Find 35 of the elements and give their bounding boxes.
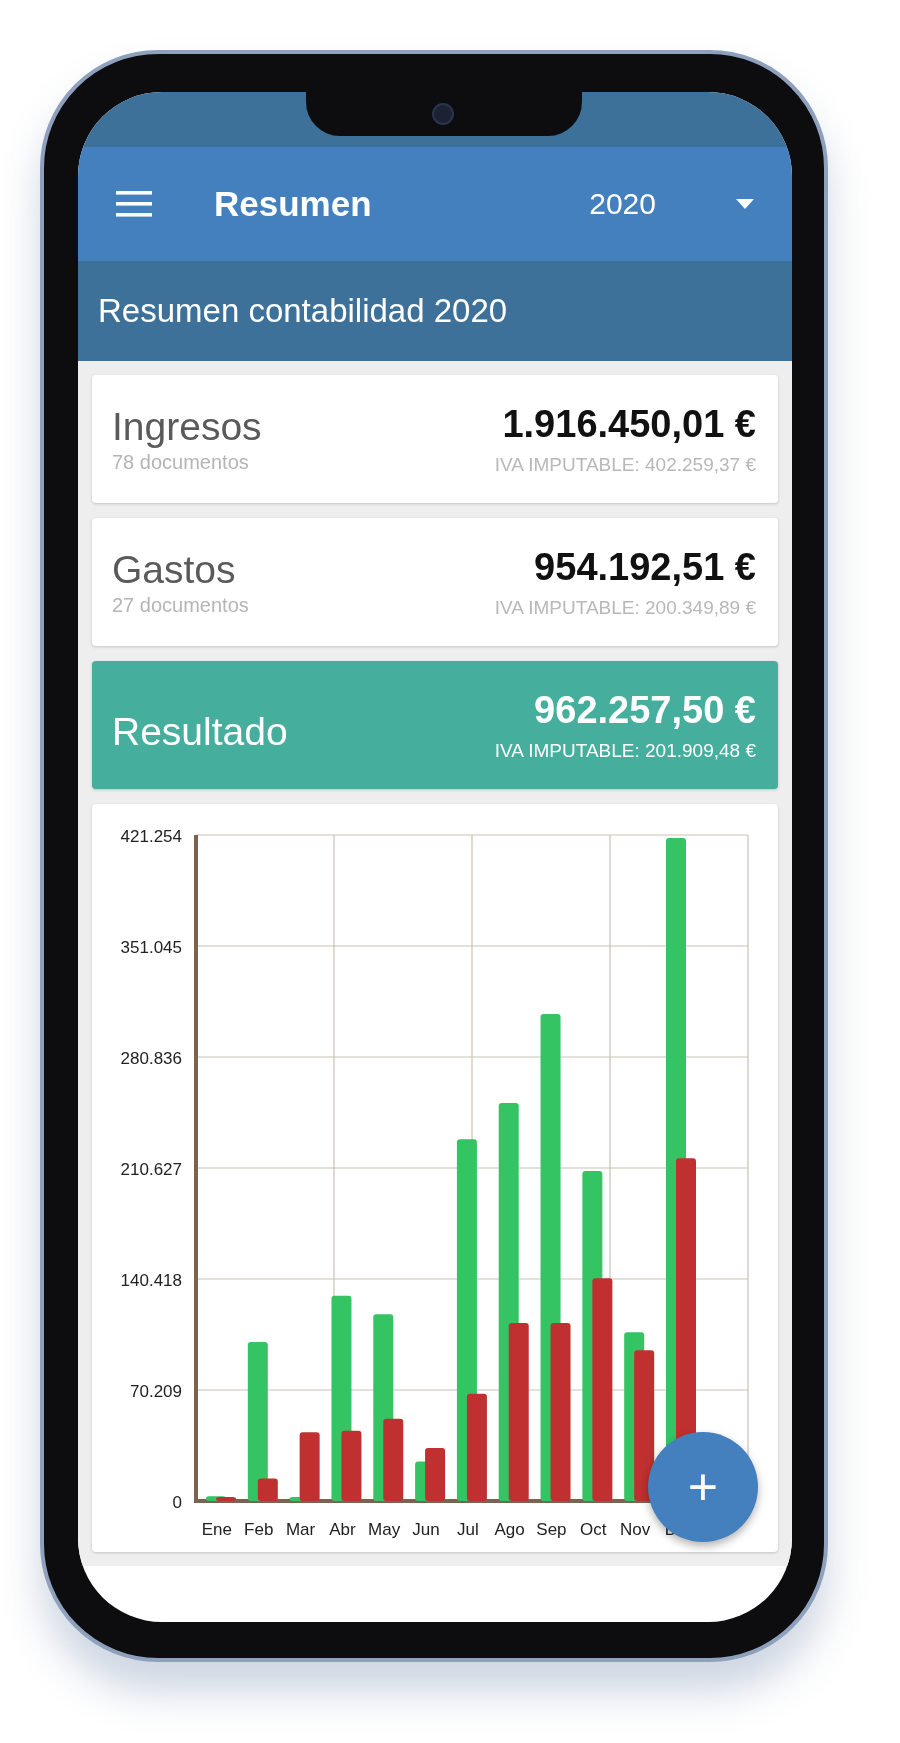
axis-label: 140.418 (120, 1271, 182, 1290)
axis-label: Jun (412, 1520, 440, 1539)
axis-label: Mar (285, 1520, 316, 1539)
section-title: Resumen contabilidad 2020 (98, 292, 508, 330)
vat-amount: IVA IMPUTABLE: 402.259,37 € (494, 453, 756, 476)
amount: 954.192,51 € (534, 545, 756, 589)
card-label: Gastos (112, 547, 237, 592)
axis-label: May (368, 1520, 401, 1539)
document-count: 78 documentos (112, 450, 250, 474)
caret-icon (736, 199, 754, 209)
axis-label: Sep (536, 1520, 567, 1539)
axis-label: 70.209 (130, 1382, 182, 1401)
axis-label: 421.254 (120, 827, 182, 846)
camera-icon (432, 103, 454, 125)
axis-label: 0 (172, 1493, 182, 1512)
year-dropdown[interactable]: 2020 (583, 181, 754, 227)
axis-label: Ago (494, 1520, 525, 1539)
axis-label: 210.627 (120, 1160, 182, 1179)
axis-label: Oct (580, 1520, 607, 1539)
amount: 962.257,50 € (534, 688, 756, 732)
menu-icon[interactable] (116, 191, 152, 217)
document-count: 27 documentos (112, 593, 249, 617)
card-label: Ingresos (112, 404, 262, 449)
axis-label: 351.045 (120, 938, 182, 957)
screen-title: Resumen (214, 184, 372, 224)
amount: 1.916.450,01 € (502, 402, 756, 446)
axis-label: Feb (244, 1520, 274, 1539)
axis-label: 280.836 (120, 1049, 182, 1068)
axis-label: Abr (329, 1520, 356, 1539)
axis-label: Jul (456, 1520, 479, 1539)
axis-label: Nov (619, 1520, 651, 1539)
card-label: Resultado (112, 710, 288, 754)
vat-amount: IVA IMPUTABLE: 200.349,89 € (494, 596, 756, 619)
vat-amount: IVA IMPUTABLE: 201.909,48 € (494, 739, 756, 762)
axis-label: Ene (201, 1520, 233, 1539)
